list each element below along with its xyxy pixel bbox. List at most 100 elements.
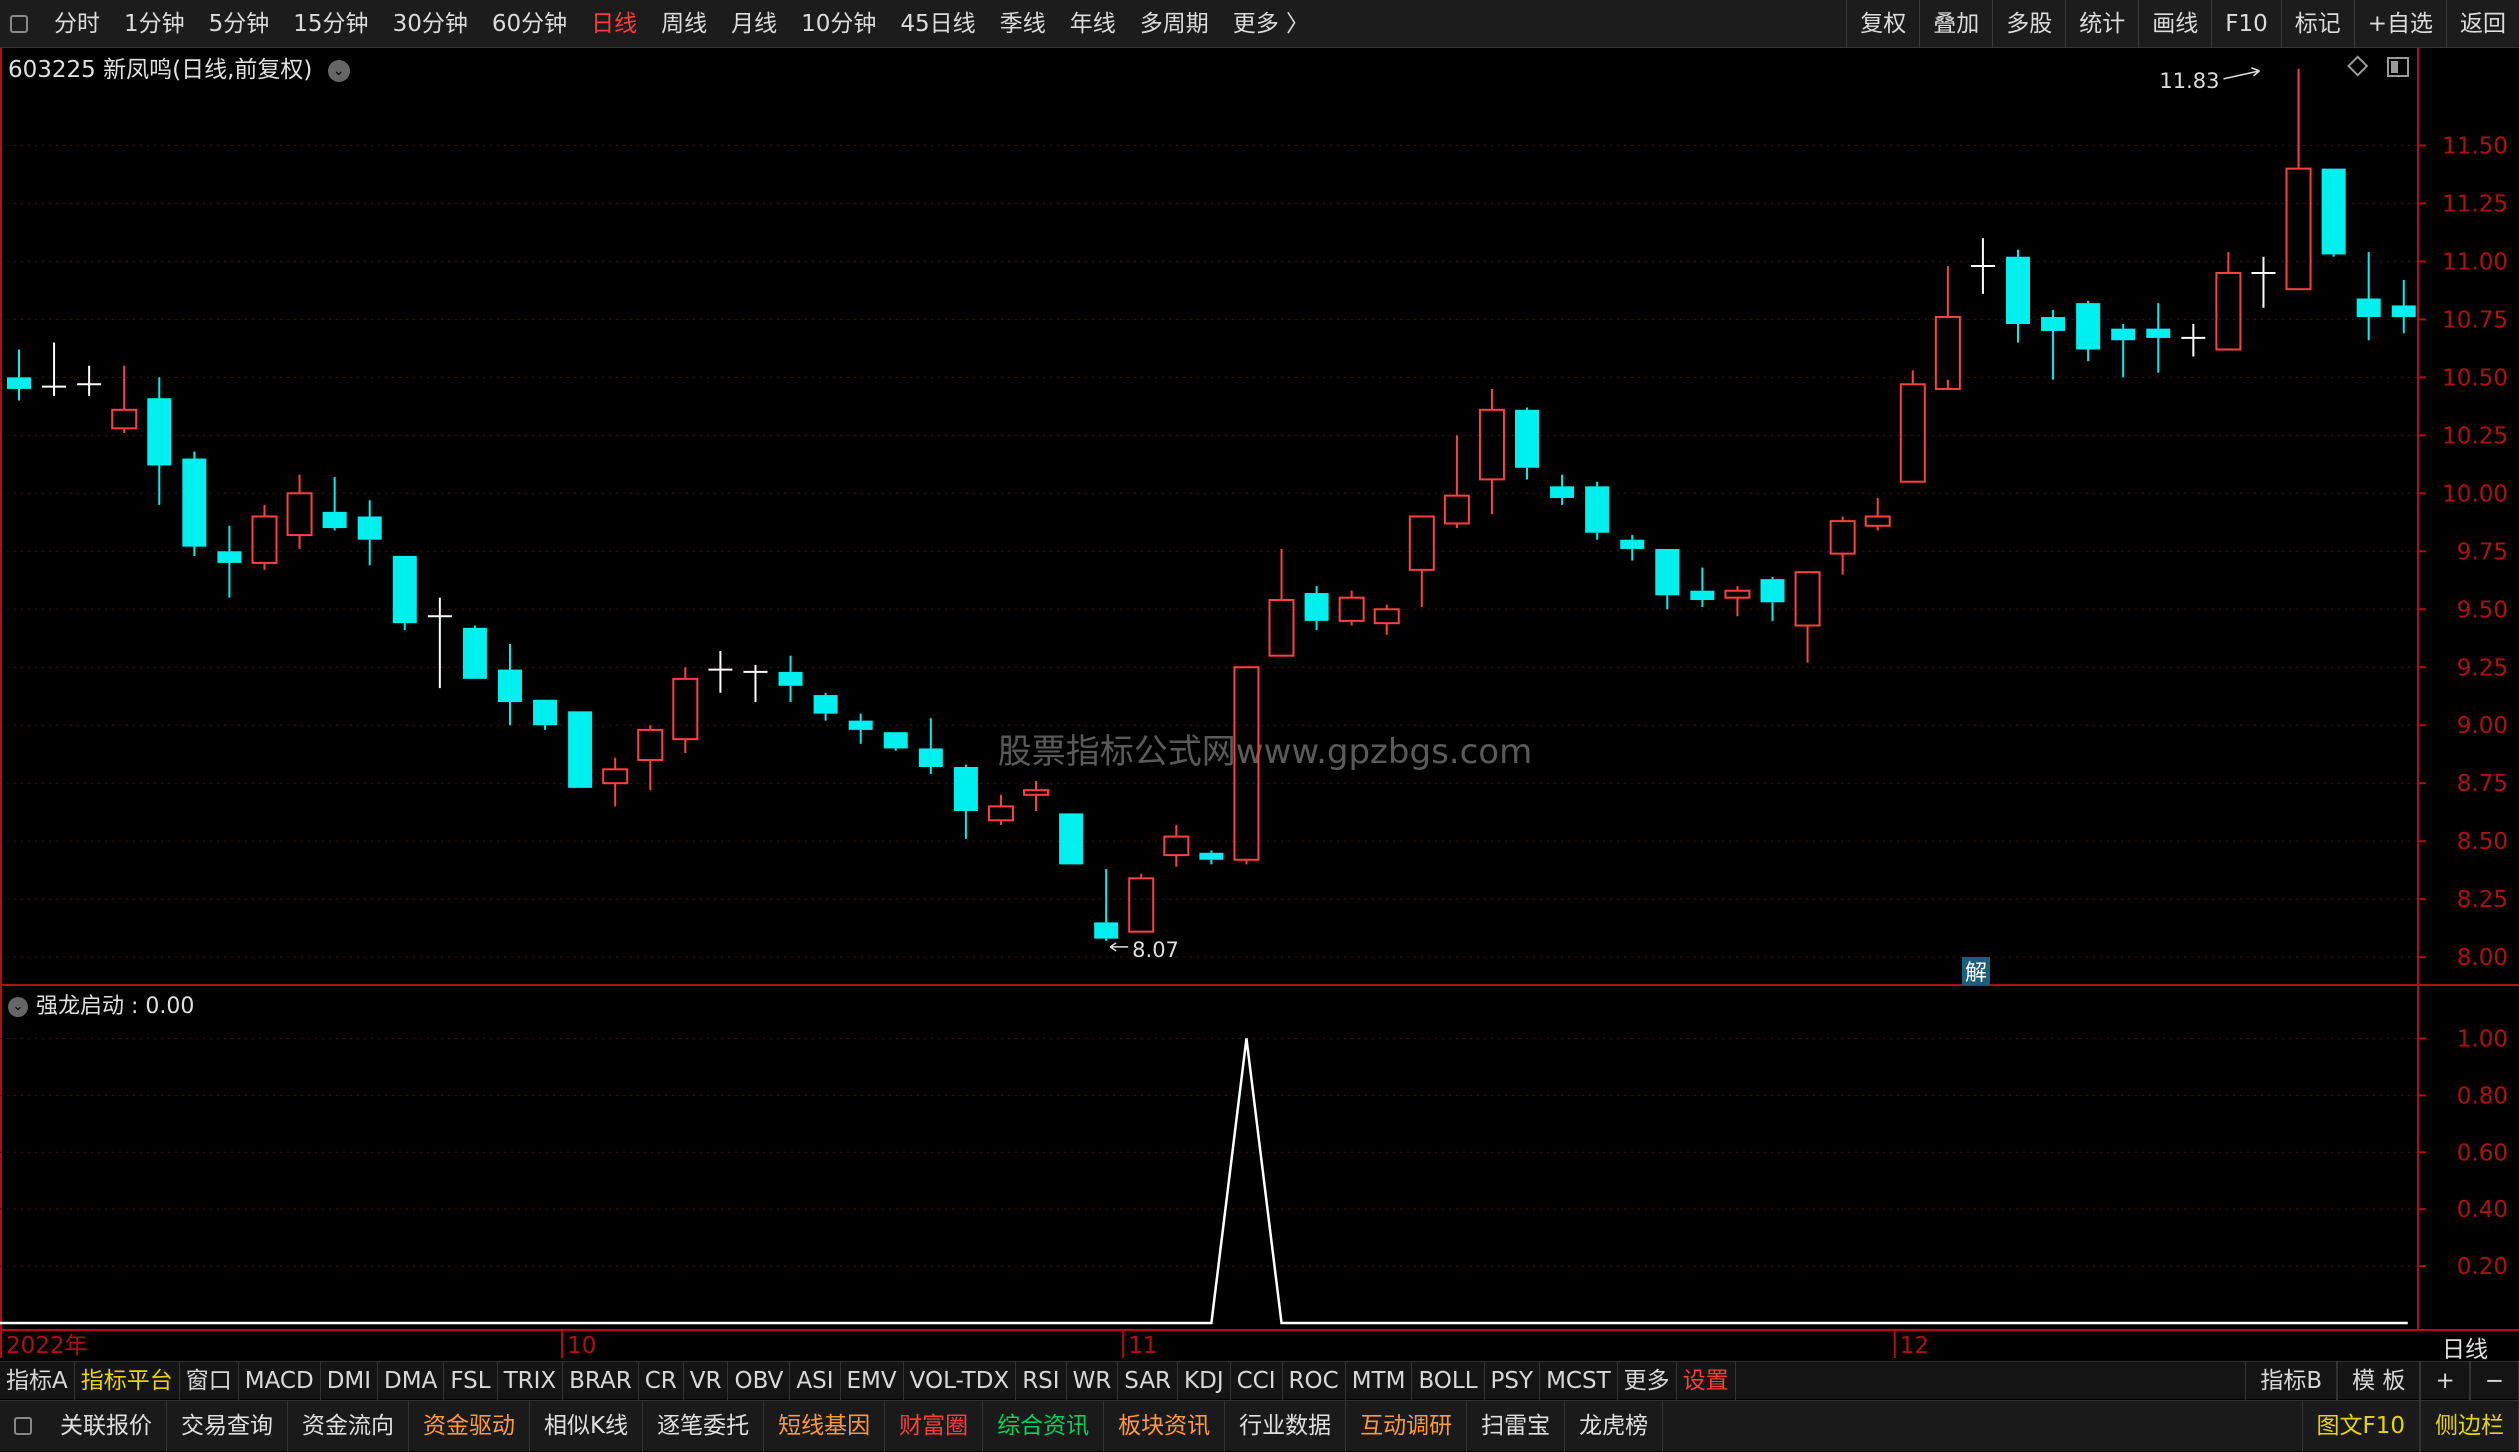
tool-button-1[interactable]: 叠加 bbox=[1919, 0, 1992, 48]
indicator-tab-kdj-18[interactable]: KDJ bbox=[1178, 1362, 1231, 1400]
indicator-tab-right-2[interactable]: + bbox=[2420, 1362, 2469, 1400]
candle-body-14 bbox=[498, 670, 522, 702]
function-button-2[interactable]: 资金流向 bbox=[288, 1401, 409, 1452]
indicator-tab-right-3[interactable]: − bbox=[2470, 1362, 2519, 1400]
function-button-1[interactable]: 交易查询 bbox=[167, 1401, 288, 1452]
indicator-tab-item-2[interactable]: 窗口 bbox=[180, 1362, 239, 1400]
date-label-2: 11 bbox=[1128, 1333, 1157, 1359]
function-button-11[interactable]: 互动调研 bbox=[1346, 1401, 1467, 1452]
candle-body-16 bbox=[568, 711, 592, 788]
indicator-tab-emv-13[interactable]: EMV bbox=[841, 1362, 904, 1400]
indicator-tab-sar-17[interactable]: SAR bbox=[1118, 1362, 1178, 1400]
price-tick-label-9: 10.25 bbox=[2442, 423, 2508, 449]
function-button-5[interactable]: 逐笔委托 bbox=[643, 1401, 764, 1452]
function-button-12[interactable]: 扫雷宝 bbox=[1467, 1401, 1565, 1452]
tool-button-2[interactable]: 多股 bbox=[1992, 0, 2065, 48]
indicator-tab-wr-16[interactable]: WR bbox=[1067, 1362, 1119, 1400]
window-menu-icon[interactable] bbox=[10, 15, 28, 33]
indicator-tab-mcst-24[interactable]: MCST bbox=[1540, 1362, 1618, 1400]
top-right-icons bbox=[2349, 57, 2408, 76]
candlestick-chart[interactable]: 股票指标公式网www.gpzbgs.com 8.0711.83 8.008.25… bbox=[0, 0, 2519, 1451]
period-tab-1[interactable]: 1分钟 bbox=[112, 0, 197, 48]
tool-button-5[interactable]: F10 bbox=[2211, 0, 2281, 48]
tool-button-6[interactable]: 标记 bbox=[2281, 0, 2354, 48]
function-button-0[interactable]: 关联报价 bbox=[46, 1401, 167, 1452]
panel-toggle-icon[interactable] bbox=[2388, 58, 2408, 76]
function-button-13[interactable]: 龙虎榜 bbox=[1565, 1401, 1663, 1452]
candle-body-27 bbox=[954, 767, 978, 811]
price-axis-labels: 8.008.258.508.759.009.259.509.7510.0010.… bbox=[2418, 133, 2508, 971]
period-tab-14[interactable]: 更多 〉 bbox=[1221, 0, 1321, 48]
candle-body-3 bbox=[112, 410, 136, 429]
candle-body-52 bbox=[1831, 521, 1855, 553]
indicator-tab-brar-8[interactable]: BRAR bbox=[563, 1362, 639, 1400]
indicator-tab-mtm-21[interactable]: MTM bbox=[1346, 1362, 1413, 1400]
indicator-tab-item-26[interactable]: 设置 bbox=[1677, 1362, 1736, 1400]
indicator-tab-a-0[interactable]: 指标A bbox=[0, 1362, 75, 1400]
period-tab-11[interactable]: 季线 bbox=[988, 0, 1058, 48]
period-tab-8[interactable]: 月线 bbox=[719, 0, 789, 48]
indicator-tab-vol-tdx-14[interactable]: VOL-TDX bbox=[904, 1362, 1017, 1400]
indicator-tab-fsl-6[interactable]: FSL bbox=[444, 1362, 497, 1400]
diamond-icon[interactable] bbox=[2349, 57, 2367, 75]
indicator-tab-right-1[interactable]: 模 板 bbox=[2337, 1362, 2420, 1400]
function-button-4[interactable]: 相似K线 bbox=[530, 1401, 643, 1452]
indicator-tab-item-25[interactable]: 更多 bbox=[1618, 1362, 1677, 1400]
candle-body-38 bbox=[1340, 598, 1364, 621]
tool-button-8[interactable]: 返回 bbox=[2446, 0, 2519, 48]
candle-body-15 bbox=[533, 700, 557, 726]
indicator-tab-roc-20[interactable]: ROC bbox=[1283, 1362, 1346, 1400]
indicator-tab-macd-3[interactable]: MACD bbox=[239, 1362, 321, 1400]
period-tab-6[interactable]: 日线 bbox=[579, 0, 649, 48]
tool-button-7[interactable]: +自选 bbox=[2354, 0, 2446, 48]
candle-40 bbox=[1410, 517, 1434, 607]
period-tab-0[interactable]: 分时 bbox=[42, 0, 112, 48]
candle-67 bbox=[2357, 252, 2381, 340]
indicator-tab-cr-9[interactable]: CR bbox=[639, 1362, 684, 1400]
candle-15 bbox=[533, 700, 557, 730]
indicator-tab-item-1[interactable]: 指标平台 bbox=[75, 1362, 180, 1400]
period-tab-4[interactable]: 30分钟 bbox=[381, 0, 480, 48]
tool-button-3[interactable]: 统计 bbox=[2065, 0, 2138, 48]
candle-17 bbox=[603, 758, 627, 807]
indicator-tab-vr-10[interactable]: VR bbox=[684, 1362, 729, 1400]
period-tab-9[interactable]: 10分钟 bbox=[789, 0, 888, 48]
chevron-down-icon[interactable]: ⌄ bbox=[328, 60, 350, 82]
function-button-9[interactable]: 板块资讯 bbox=[1104, 1401, 1225, 1452]
function-button-3[interactable]: 资金驱动 bbox=[409, 1401, 530, 1452]
indicator-tab-rsi-15[interactable]: RSI bbox=[1016, 1362, 1066, 1400]
tool-button-0[interactable]: 复权 bbox=[1846, 0, 1919, 48]
period-tab-5[interactable]: 60分钟 bbox=[480, 0, 579, 48]
indicator-tab-dmi-4[interactable]: DMI bbox=[321, 1362, 378, 1400]
period-tab-7[interactable]: 周线 bbox=[649, 0, 719, 48]
indicator-tab-trix-7[interactable]: TRIX bbox=[498, 1362, 564, 1400]
tool-button-4[interactable]: 画线 bbox=[2138, 0, 2211, 48]
period-tab-13[interactable]: 多周期 bbox=[1128, 0, 1221, 48]
period-tab-10[interactable]: 45日线 bbox=[888, 0, 987, 48]
candle-body-35 bbox=[1234, 667, 1258, 860]
candle-body-22 bbox=[779, 672, 803, 686]
indicator-tab-dma-5[interactable]: DMA bbox=[378, 1362, 444, 1400]
indicator-tab-right-0[interactable]: 指标B bbox=[2245, 1362, 2337, 1400]
period-tab-12[interactable]: 年线 bbox=[1058, 0, 1128, 48]
function-button-7[interactable]: 财富圈 bbox=[885, 1401, 983, 1452]
candle-46 bbox=[1620, 535, 1644, 561]
candle-54 bbox=[1901, 370, 1925, 481]
function-button-right-0[interactable]: 图文F10 bbox=[2302, 1401, 2421, 1452]
candle-body-7 bbox=[252, 517, 276, 563]
function-button-10[interactable]: 行业数据 bbox=[1225, 1401, 1346, 1452]
function-button-8[interactable]: 综合资讯 bbox=[983, 1401, 1104, 1452]
candle-50 bbox=[1761, 577, 1785, 621]
indicator-tab-asi-12[interactable]: ASI bbox=[790, 1362, 840, 1400]
function-button-6[interactable]: 短线基因 bbox=[764, 1401, 885, 1452]
period-tab-2[interactable]: 5分钟 bbox=[197, 0, 282, 48]
period-tab-3[interactable]: 15分钟 bbox=[281, 0, 380, 48]
function-button-right-1[interactable]: 侧边栏 bbox=[2420, 1401, 2519, 1452]
menu-icon[interactable] bbox=[14, 1417, 32, 1435]
candle-body-13 bbox=[463, 628, 487, 679]
chevron-down-icon[interactable]: ⌄ bbox=[8, 997, 28, 1017]
indicator-tab-boll-22[interactable]: BOLL bbox=[1412, 1362, 1484, 1400]
indicator-tab-obv-11[interactable]: OBV bbox=[728, 1362, 790, 1400]
indicator-tab-psy-23[interactable]: PSY bbox=[1485, 1362, 1541, 1400]
indicator-tab-cci-19[interactable]: CCI bbox=[1231, 1362, 1283, 1400]
